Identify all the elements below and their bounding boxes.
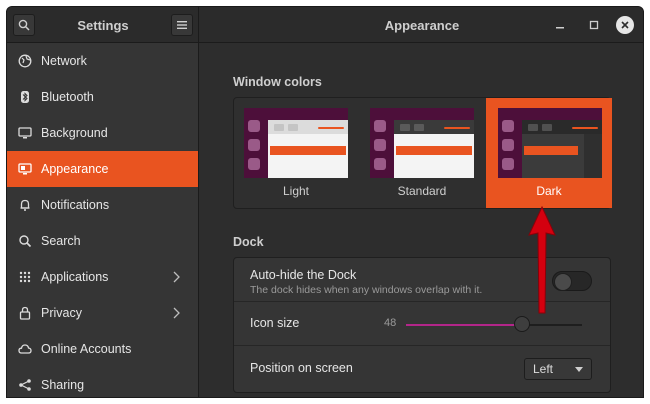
appearance-panel: Window colors Light Standard Dark Dock A… — [200, 43, 643, 397]
close-icon — [621, 21, 629, 29]
window-colors-box: Light Standard Dark — [233, 97, 612, 209]
sidebar-item-label: Network — [41, 54, 87, 68]
theme-option-light[interactable]: Light — [234, 98, 358, 208]
chevron-right-icon — [173, 271, 180, 283]
slider-fill — [406, 324, 522, 326]
maximize-button[interactable] — [585, 16, 603, 34]
sidebar-item-label: Search — [41, 234, 81, 248]
chevron-right-icon — [173, 307, 180, 319]
theme-label-light: Light — [282, 184, 310, 198]
sidebar-item-label: Bluetooth — [41, 90, 94, 104]
sidebar-item-label: Sharing — [41, 378, 85, 392]
lock-icon — [17, 305, 33, 321]
autohide-label: Auto-hide the Dock — [250, 268, 357, 282]
minimize-icon — [556, 27, 564, 29]
header-bar: Settings Appearance — [7, 7, 643, 43]
position-dropdown-value: Left — [533, 362, 554, 376]
search-icon — [17, 233, 33, 249]
hamburger-menu-icon — [177, 21, 187, 29]
apps-grid-icon — [17, 269, 33, 285]
sidebar-item-label: Online Accounts — [41, 342, 132, 356]
chevron-down-icon — [575, 367, 583, 372]
sidebar-item-notifications[interactable]: Notifications — [7, 187, 198, 223]
dock-heading: Dock — [233, 235, 264, 249]
sidebar-item-search[interactable]: Search — [7, 223, 198, 259]
sidebar-item-sharing[interactable]: Sharing — [7, 367, 198, 397]
sidebar-item-background[interactable]: Background — [7, 115, 198, 151]
sidebar: Network Bluetooth Background Appearance … — [7, 43, 199, 397]
sidebar-item-appearance[interactable]: Appearance — [7, 151, 198, 187]
dark-theme-preview — [498, 108, 602, 178]
minimize-button[interactable] — [551, 16, 569, 34]
sidebar-item-label: Privacy — [41, 306, 82, 320]
settings-window: Settings Appearance Network Bluetooth Ba… — [6, 6, 644, 398]
sidebar-item-applications[interactable]: Applications — [7, 259, 198, 295]
appearance-icon — [17, 161, 33, 177]
close-button[interactable] — [616, 16, 634, 34]
network-icon — [17, 53, 33, 69]
sidebar-item-privacy[interactable]: Privacy — [7, 295, 198, 331]
sidebar-item-label: Applications — [41, 270, 109, 284]
window-colors-heading: Window colors — [233, 75, 322, 89]
autohide-description: The dock hides when any windows overlap … — [250, 284, 483, 296]
maximize-icon — [589, 20, 599, 30]
icon-size-label: Icon size — [250, 316, 300, 330]
sidebar-header: Settings — [7, 7, 199, 43]
sidebar-item-online-accounts[interactable]: Online Accounts — [7, 331, 198, 367]
autohide-toggle[interactable] — [552, 271, 592, 291]
monitor-icon — [17, 125, 33, 141]
sidebar-item-label: Appearance — [41, 162, 109, 176]
share-icon — [17, 377, 33, 393]
bluetooth-icon — [17, 89, 33, 105]
icon-size-value: 48 — [384, 317, 397, 329]
theme-label-dark: Dark — [536, 184, 562, 198]
sidebar-item-label: Background — [41, 126, 108, 140]
sidebar-item-network[interactable]: Network — [7, 43, 198, 79]
position-dropdown[interactable]: Left — [524, 358, 592, 380]
cloud-icon — [17, 341, 33, 357]
icon-size-slider[interactable] — [406, 316, 582, 332]
sidebar-item-label: Notifications — [41, 198, 110, 212]
sidebar-item-bluetooth[interactable]: Bluetooth — [7, 79, 198, 115]
standard-theme-preview — [370, 108, 474, 178]
bell-icon — [17, 197, 33, 213]
menu-button[interactable] — [171, 14, 193, 36]
theme-option-standard[interactable]: Standard — [360, 98, 484, 208]
light-theme-preview — [244, 108, 348, 178]
page-title: Appearance — [384, 18, 460, 33]
theme-option-dark[interactable]: Dark — [486, 98, 612, 208]
position-label: Position on screen — [250, 361, 353, 375]
position-row: Position on screen Left — [234, 346, 610, 392]
slider-handle[interactable] — [514, 316, 530, 332]
red-arrow-annotation-icon — [528, 205, 556, 314]
theme-label-standard: Standard — [397, 184, 447, 198]
